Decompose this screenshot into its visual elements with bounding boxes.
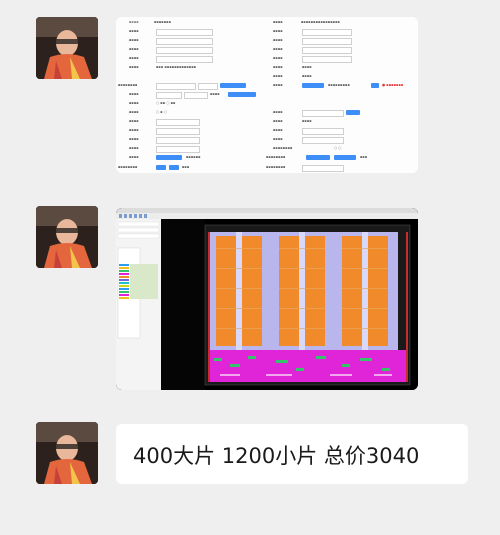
form-screenshot-image[interactable]: ▪▪▪▪ ▪▪▪▪▪▪▪ ▪▪▪▪ ▪▪▪▪▪▪▪▪▪▪▪▪▪▪▪▪ ▪▪▪▪ ▪▪▪▪… [116, 17, 418, 173]
text-message-bubble[interactable]: 400大片 1200小片 总价3040 [116, 424, 468, 484]
avatar[interactable] [36, 206, 98, 268]
avatar[interactable] [36, 17, 98, 79]
message-text: 400大片 1200小片 总价3040 [133, 444, 420, 468]
layout-screenshot-image[interactable] [116, 208, 418, 390]
avatar[interactable] [36, 422, 98, 484]
